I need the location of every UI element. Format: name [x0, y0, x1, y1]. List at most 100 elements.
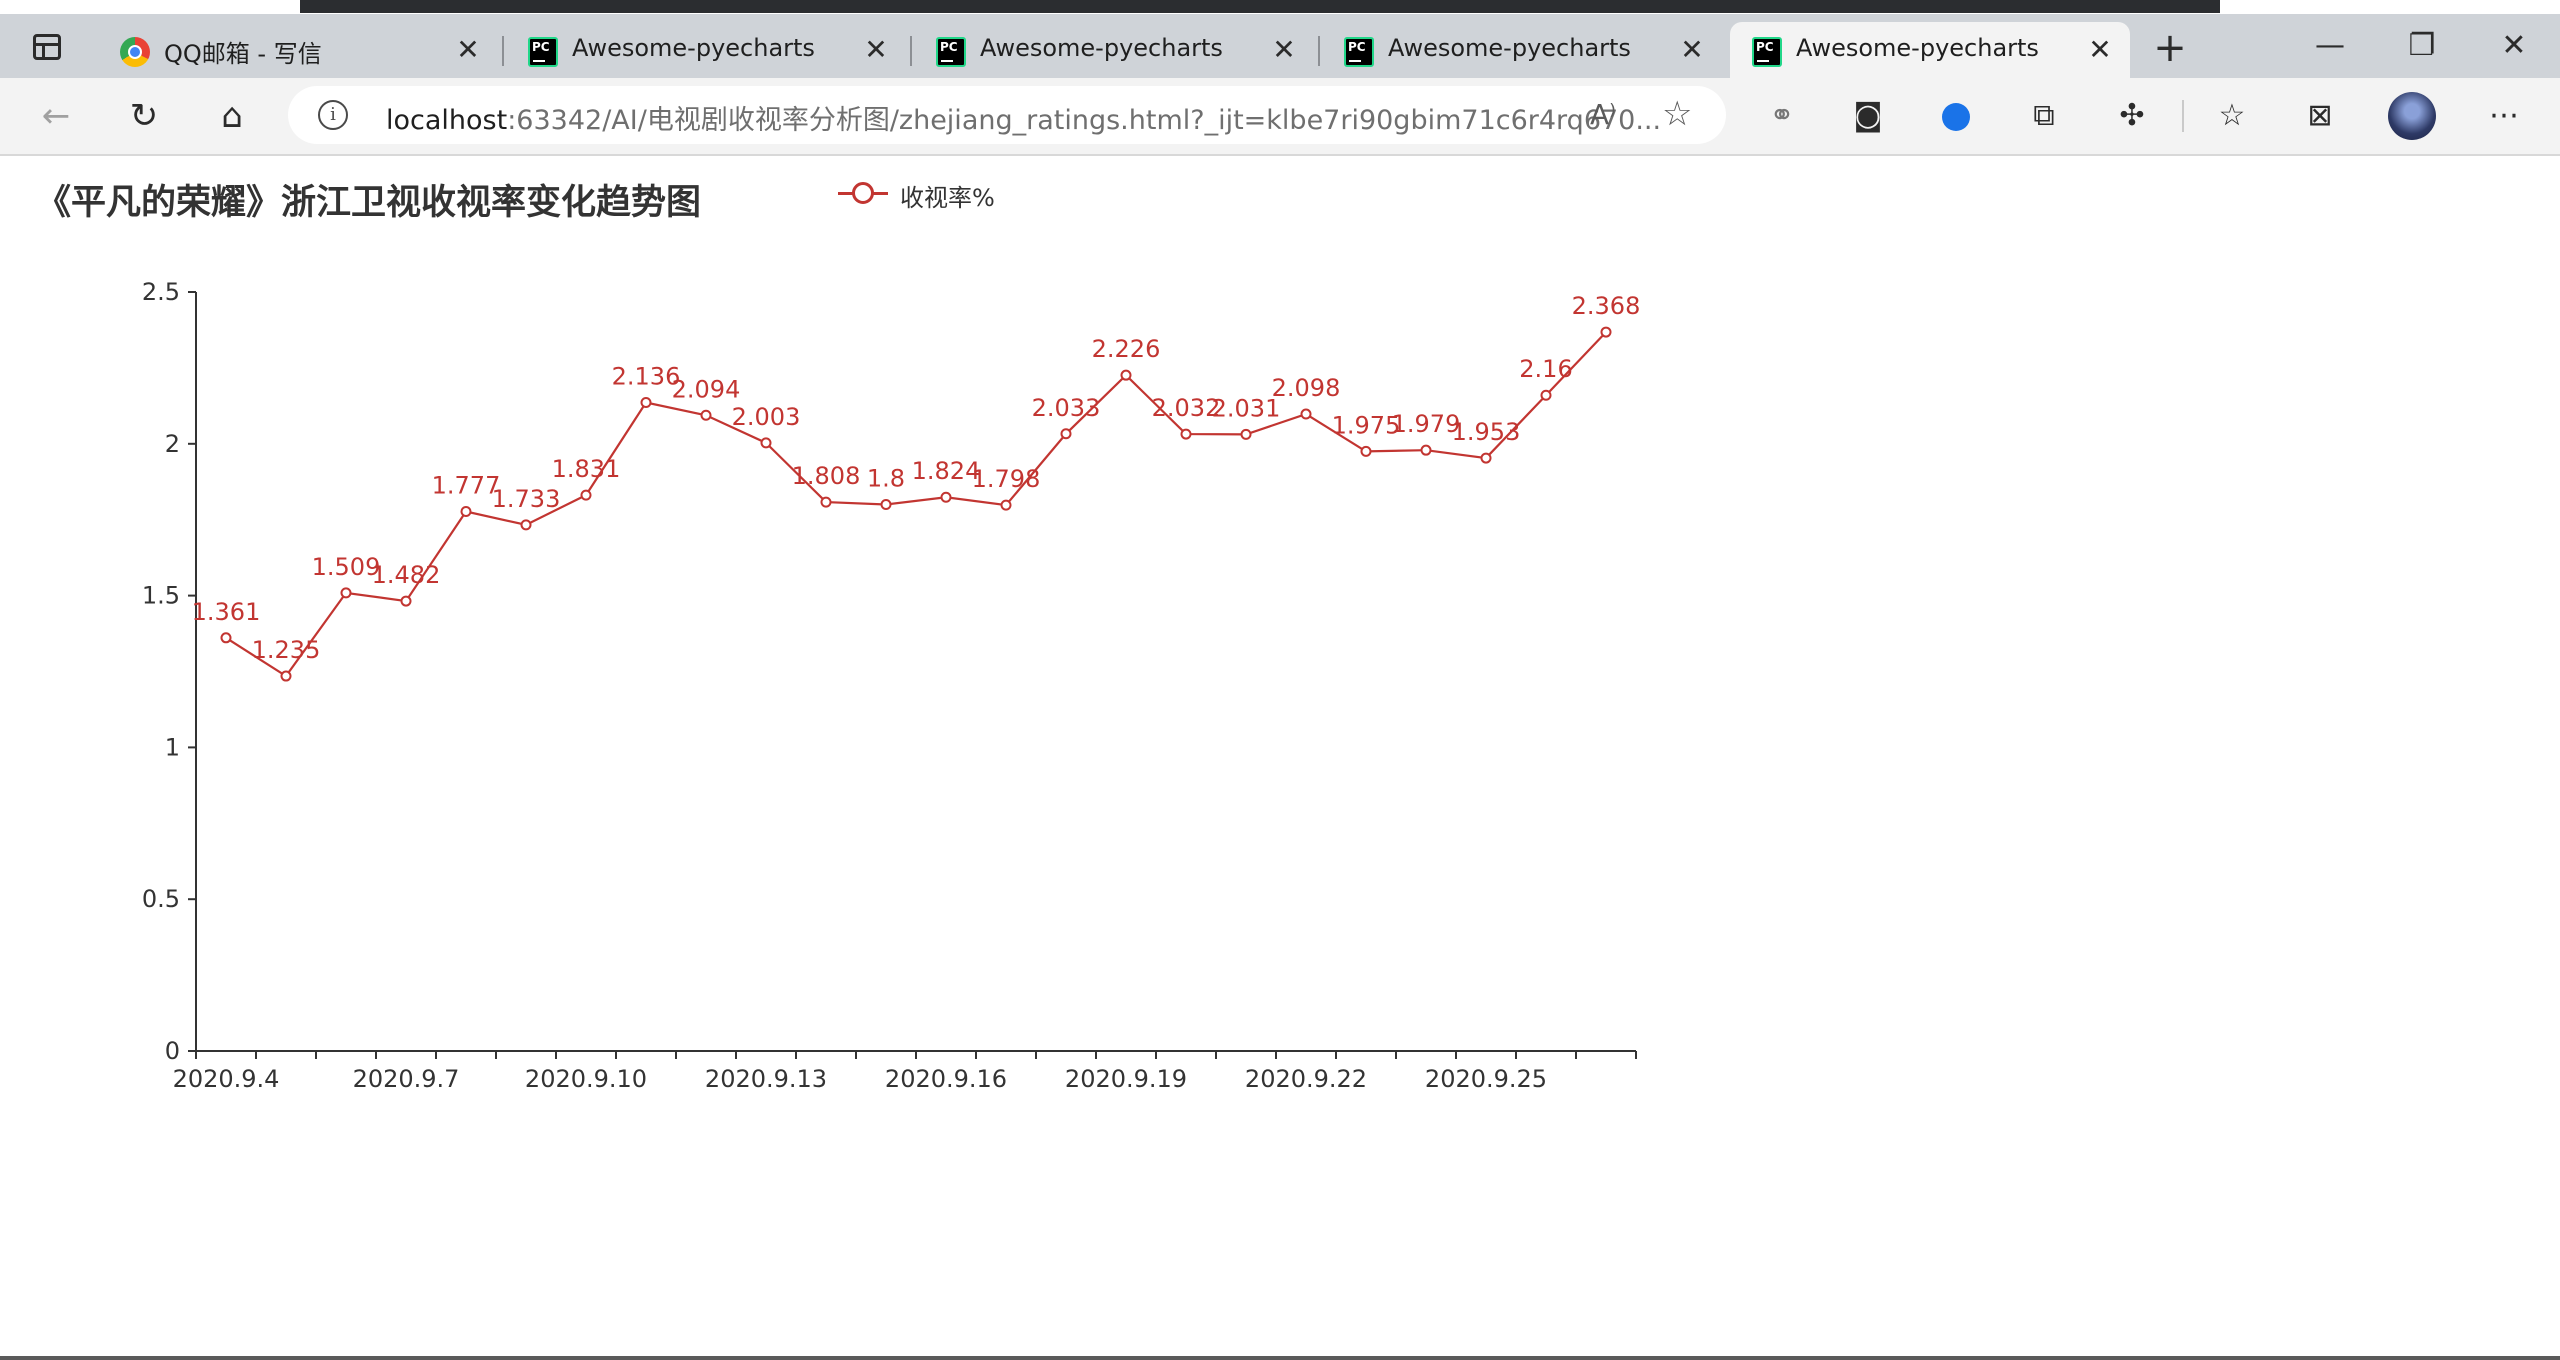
- restore-button[interactable]: ❐: [2392, 26, 2452, 66]
- favorites-icon[interactable]: ☆: [2206, 90, 2258, 142]
- extension-link-icon[interactable]: ⧉: [2018, 90, 2070, 142]
- data-point: [1180, 428, 1192, 440]
- y-tick-label: 2.5: [142, 278, 180, 306]
- read-aloud-icon[interactable]: A⁾: [1590, 98, 1616, 131]
- x-tick-label: 2020.9.10: [525, 1065, 647, 1093]
- data-label: 1.798: [972, 465, 1041, 493]
- y-tick-label: 1.5: [142, 582, 180, 610]
- tab-awesome-pyecharts-3[interactable]: PC Awesome-pyecharts ✕: [1318, 22, 1722, 78]
- data-point: [1300, 408, 1312, 420]
- new-tab-button[interactable]: +: [2148, 28, 2192, 72]
- url-text[interactable]: localhost:63342/AI/电视剧收视率分析图/zhejiang_ra…: [386, 98, 1661, 137]
- data-point: [220, 632, 232, 644]
- math-solver-icon[interactable]: ⊠: [2294, 90, 2346, 142]
- x-tick-label: 2020.9.22: [1245, 1065, 1367, 1093]
- y-tick-label: 0: [165, 1037, 180, 1065]
- tab-title: Awesome-pyecharts: [572, 34, 815, 62]
- tab-strip: QQ邮箱 - 写信 ✕ PC Awesome-pyecharts ✕ PC Aw…: [0, 14, 2560, 78]
- y-tick-label: 1: [165, 733, 180, 761]
- back-button[interactable]: ←: [30, 90, 82, 142]
- data-label: 1.482: [372, 561, 441, 589]
- tab-awesome-pyecharts-1[interactable]: PC Awesome-pyecharts ✕: [502, 22, 906, 78]
- home-button[interactable]: ⌂: [206, 90, 258, 142]
- tab-awesome-pyecharts-2[interactable]: PC Awesome-pyecharts ✕: [910, 22, 1314, 78]
- pycharm-icon: PC: [936, 37, 966, 67]
- chart-plot: 0 0.5 1 1.5 2 2.5 2020.9.4 2020.9.7 2020.9.10 202…: [142, 278, 1641, 1093]
- data-label: 1.733: [492, 485, 561, 513]
- tab-qq-mail[interactable]: QQ邮箱 - 写信 ✕: [98, 22, 498, 78]
- data-label: 1.361: [192, 598, 261, 626]
- data-point: [280, 670, 292, 682]
- data-label: 2.226: [1092, 335, 1161, 363]
- data-point: [520, 519, 532, 531]
- data-label: 1.953: [1452, 418, 1521, 446]
- data-label: 1.777: [432, 472, 501, 500]
- address-bar[interactable]: i localhost:63342/AI/电视剧收视率分析图/zhejiang_…: [288, 86, 1726, 144]
- data-point: [400, 595, 412, 607]
- data-point: [1360, 445, 1372, 457]
- close-icon[interactable]: ✕: [1268, 34, 1300, 66]
- data-point: [1600, 326, 1612, 338]
- data-point: [940, 491, 952, 503]
- extensions-icon[interactable]: ✣: [2106, 90, 2158, 142]
- more-menu-icon[interactable]: ⋯: [2478, 90, 2530, 142]
- y-tick-label: 0.5: [142, 885, 180, 913]
- data-point: [820, 496, 832, 508]
- data-label: 2.098: [1272, 374, 1341, 402]
- profile-avatar[interactable]: [2388, 92, 2436, 140]
- data-label: 1.979: [1392, 410, 1461, 438]
- data-label: 2.094: [672, 375, 741, 403]
- tab-title: QQ邮箱 - 写信: [164, 40, 322, 68]
- data-label: 2.368: [1572, 292, 1641, 320]
- close-icon[interactable]: ✕: [860, 34, 892, 66]
- refresh-button[interactable]: ↻: [118, 90, 170, 142]
- data-label: 2.031: [1212, 394, 1281, 422]
- data-point: [880, 499, 892, 511]
- tab-title: Awesome-pyecharts: [1388, 34, 1631, 62]
- data-point: [760, 437, 772, 449]
- series-line: [225, 331, 1607, 678]
- close-icon[interactable]: ✕: [2084, 34, 2116, 66]
- background-window-strip: [300, 0, 2220, 13]
- pycharm-icon: PC: [1344, 37, 1374, 67]
- tab-awesome-pyecharts-active[interactable]: PC Awesome-pyecharts ✕: [1730, 22, 2130, 78]
- extension-image-icon[interactable]: [1930, 90, 1982, 142]
- x-tick-label: 2020.9.13: [705, 1065, 827, 1093]
- copilot-icon[interactable]: ⚭: [1756, 90, 1808, 142]
- pycharm-icon: PC: [1752, 37, 1782, 67]
- x-tick-label: 2020.9.7: [353, 1065, 460, 1093]
- x-tick-label: 2020.9.25: [1425, 1065, 1547, 1093]
- data-label: 1.808: [792, 462, 861, 490]
- add-favorite-icon[interactable]: ☆: [1662, 94, 1692, 134]
- data-point: [1420, 444, 1432, 456]
- screen-bottom-edge: [0, 1356, 2560, 1360]
- data-point: [340, 587, 352, 599]
- data-label: 2.033: [1032, 394, 1101, 422]
- toolbar-divider: [2182, 100, 2184, 132]
- tab-separator: [502, 36, 504, 66]
- minimize-button[interactable]: —: [2300, 26, 2360, 66]
- pycharm-icon: PC: [528, 37, 558, 67]
- data-label: 1.831: [552, 455, 621, 483]
- data-label: 1.975: [1332, 411, 1401, 439]
- data-label: 1.8: [867, 465, 905, 493]
- x-tick-label: 2020.9.19: [1065, 1065, 1187, 1093]
- data-point: [460, 506, 472, 518]
- close-icon[interactable]: ✕: [452, 34, 484, 66]
- window-close-button[interactable]: ✕: [2484, 26, 2544, 66]
- data-label: 1.509: [312, 553, 381, 581]
- data-label: 2.136: [612, 363, 681, 391]
- tab-title: Awesome-pyecharts: [1796, 34, 2039, 62]
- extension-glasses-icon[interactable]: ◙: [1842, 90, 1894, 142]
- x-tick-label: 2020.9.4: [173, 1065, 280, 1093]
- tab-separator: [1318, 36, 1320, 66]
- screen-top-strip: [0, 0, 2560, 14]
- data-point: [1540, 389, 1552, 401]
- data-point: [700, 409, 712, 421]
- tab-actions-menu-icon[interactable]: [14, 24, 82, 70]
- data-point: [1000, 499, 1012, 511]
- close-icon[interactable]: ✕: [1676, 34, 1708, 66]
- browser-toolbar: ← ↻ ⌂ i localhost:63342/AI/电视剧收视率分析图/zhe…: [0, 78, 2560, 156]
- site-info-icon[interactable]: i: [318, 100, 348, 130]
- data-point: [640, 397, 652, 409]
